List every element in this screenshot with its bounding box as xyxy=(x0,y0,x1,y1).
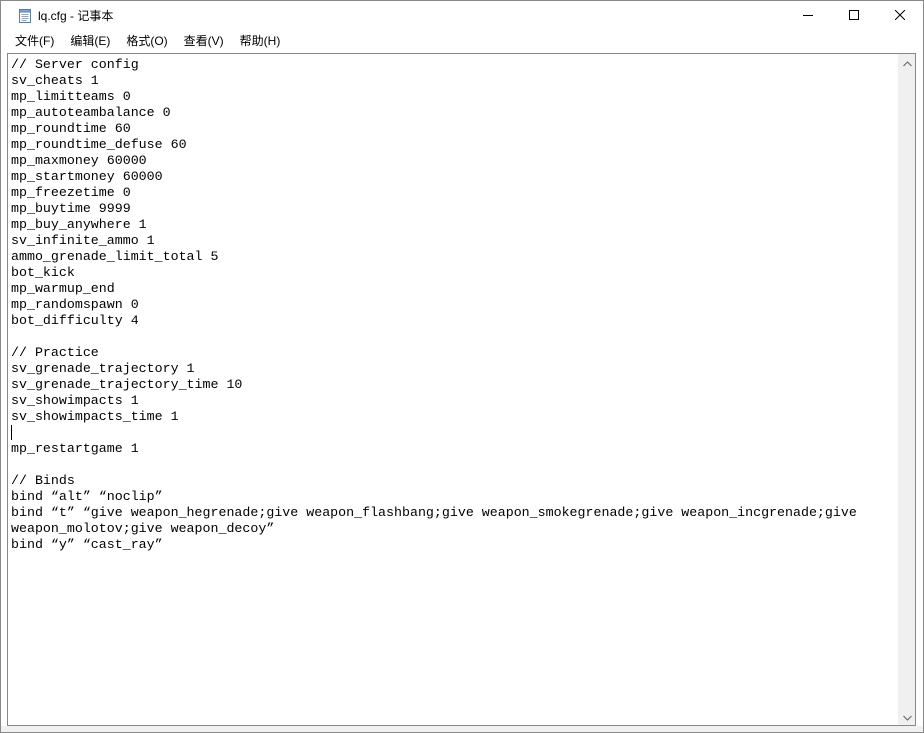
text-line: ammo_grenade_limit_total 5 xyxy=(11,249,219,264)
text-line: mp_buytime 9999 xyxy=(11,201,131,216)
text-line xyxy=(11,425,898,441)
window-title: lq.cfg - 记事本 xyxy=(38,9,114,23)
text-line xyxy=(11,457,898,473)
text-line: bind “alt” “noclip” xyxy=(11,489,163,504)
close-button[interactable] xyxy=(877,1,923,31)
text-editor[interactable]: // Server config sv_cheats 1 mp_limitteams… xyxy=(11,57,898,722)
window-bottom-edge xyxy=(1,726,923,732)
notepad-icon[interactable] xyxy=(19,9,31,23)
window-controls xyxy=(785,1,923,31)
text-line: sv_showimpacts 1 xyxy=(11,393,139,408)
scroll-up-button[interactable] xyxy=(899,54,916,71)
text-line: mp_freezetime 0 xyxy=(11,185,131,200)
text-line: mp_maxmoney 60000 xyxy=(11,153,147,168)
menu-file[interactable]: 文件(F) xyxy=(7,31,62,51)
text-line: mp_restartgame 1 xyxy=(11,441,139,456)
text-line: // Practice xyxy=(11,345,99,360)
text-line xyxy=(11,329,898,345)
maximize-icon xyxy=(849,7,859,25)
minimize-icon xyxy=(803,7,813,25)
title-bar[interactable]: lq.cfg - 记事本 xyxy=(1,1,923,31)
text-line: mp_startmoney 60000 xyxy=(11,169,163,184)
text-line: weapon_molotov;give weapon_decoy” xyxy=(11,521,275,536)
minimize-button[interactable] xyxy=(785,1,831,31)
text-line: sv_grenade_trajectory 1 xyxy=(11,361,195,376)
vertical-scrollbar[interactable] xyxy=(898,54,915,725)
menu-view[interactable]: 查看(V) xyxy=(176,31,232,51)
chevron-up-icon xyxy=(903,54,912,72)
menu-help[interactable]: 帮助(H) xyxy=(232,31,289,51)
chevron-down-icon xyxy=(903,708,912,726)
text-line: bot_difficulty 4 xyxy=(11,313,139,328)
scroll-track[interactable] xyxy=(899,71,916,708)
menu-edit[interactable]: 编辑(E) xyxy=(62,31,118,51)
notepad-window: lq.cfg - 记事本 文件(F) 编辑(E) 格式(O) 查看(V) 帮助(… xyxy=(0,0,924,733)
editor-frame: // Server config sv_cheats 1 mp_limitteams… xyxy=(7,53,916,726)
text-line: mp_warmup_end xyxy=(11,281,115,296)
text-line: mp_roundtime_defuse 60 xyxy=(11,137,187,152)
maximize-button[interactable] xyxy=(831,1,877,31)
text-caret xyxy=(11,425,12,440)
text-line: sv_cheats 1 xyxy=(11,73,99,88)
text-line: mp_limitteams 0 xyxy=(11,89,131,104)
text-line: mp_autoteambalance 0 xyxy=(11,105,171,120)
text-line: bind “y” “cast_ray” xyxy=(11,537,163,552)
text-line: mp_randomspawn 0 xyxy=(11,297,139,312)
text-line: // Binds xyxy=(11,473,75,488)
text-line: mp_buy_anywhere 1 xyxy=(11,217,147,232)
text-line: sv_infinite_ammo 1 xyxy=(11,233,155,248)
text-line: mp_roundtime 60 xyxy=(11,121,131,136)
menu-format[interactable]: 格式(O) xyxy=(118,31,175,51)
scroll-down-button[interactable] xyxy=(899,708,916,725)
menu-bar: 文件(F) 编辑(E) 格式(O) 查看(V) 帮助(H) xyxy=(1,31,923,51)
text-line: bot_kick xyxy=(11,265,75,280)
text-line: bind “t” “give weapon_hegrenade;give wea… xyxy=(11,505,857,520)
text-line: sv_grenade_trajectory_time 10 xyxy=(11,377,243,392)
text-line: // Server config xyxy=(11,57,139,72)
text-line: sv_showimpacts_time 1 xyxy=(11,409,179,424)
close-icon xyxy=(894,7,906,25)
